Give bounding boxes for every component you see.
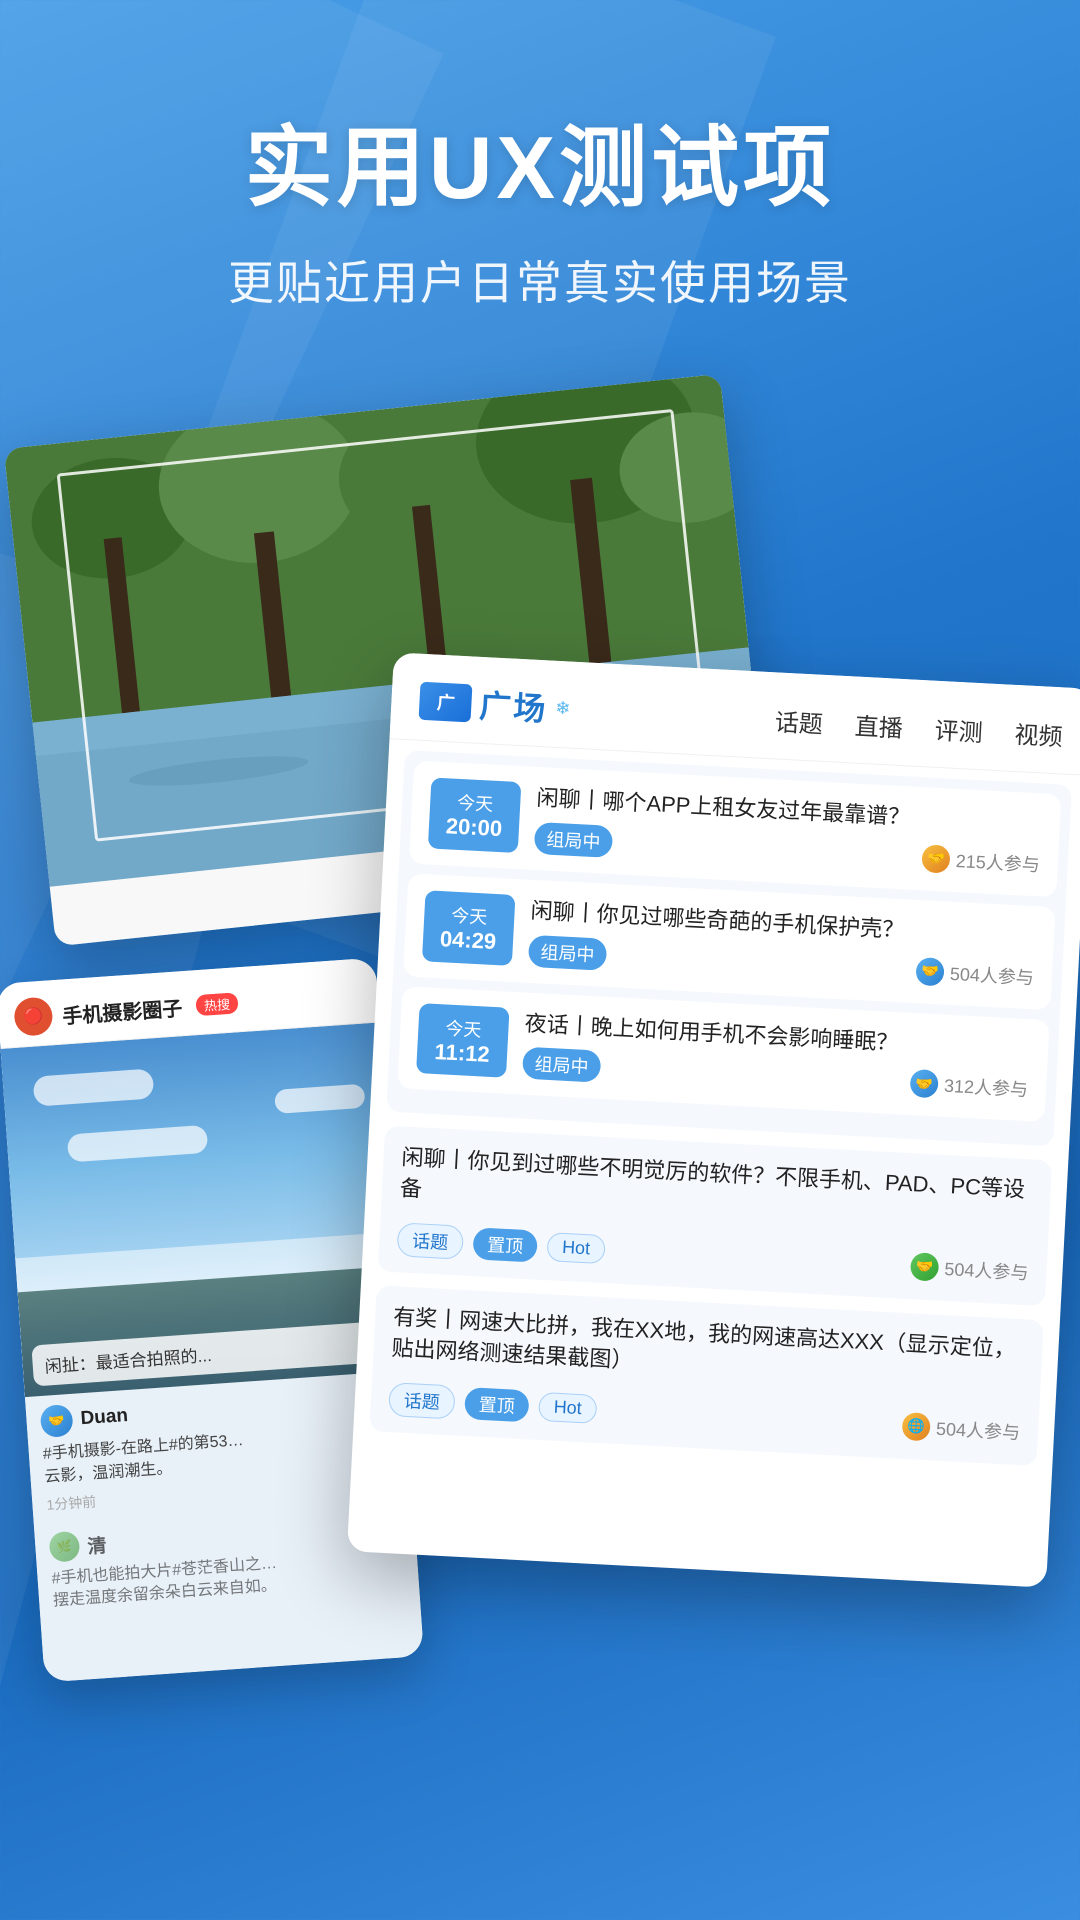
mobile-poster-name-2: 清 [86, 1530, 107, 1558]
header-section: 实用UX测试项 更贴近用户日常真实使用场景 [0, 0, 1080, 313]
chat-item-3[interactable]: 今天 11:12 夜话丨晚上如何用手机不会影响睡眠？ 组局中 🤝 312人参与 [397, 986, 1049, 1123]
mobile-clouds [12, 1043, 386, 1277]
participant-icon-wide-2: 🌐 [901, 1412, 930, 1441]
mobile-badge: 热搜 [195, 992, 238, 1016]
nav-tab-review[interactable]: 评测 [934, 710, 984, 747]
tags-row-1: 话题 置顶 Hot [396, 1222, 606, 1267]
wide-chat-title-2: 有奖丨网速大比拼，我在XX地，我的网速高达XXX（显示定位，贴出网络测速结果截图… [391, 1302, 1025, 1397]
tag-hot-2[interactable]: Hot [538, 1392, 597, 1424]
nav-tab-video[interactable]: 视频 [1014, 714, 1064, 751]
sub-title: 更贴近用户日常真实使用场景 [0, 247, 1080, 313]
participant-icon-1: 🤝 [921, 844, 950, 873]
tag-topic-1[interactable]: 话题 [396, 1222, 464, 1259]
mobile-group-name: 手机摄影圈子 [61, 992, 183, 1029]
mobile-avatar: 🔴 [13, 996, 54, 1037]
timed-chat-group: 今天 20:00 闲聊丨哪个APP上租女友过年最靠谱？ 组局中 🤝 215人参与 [386, 750, 1072, 1147]
tag-zuji-1: 组局中 [534, 822, 614, 858]
chat-content-1: 闲聊丨哪个APP上租女友过年最靠谱？ 组局中 🤝 215人参与 [534, 783, 1043, 880]
participant-icon-2: 🤝 [915, 957, 944, 986]
mobile-msg-text: 闲扯：最适合拍照的... [44, 1346, 212, 1377]
participant-count-2: 504人参与 [949, 959, 1034, 989]
participants-wide-1: 🤝 504人参与 [910, 1252, 1029, 1286]
main-title: 实用UX测试项 [0, 120, 1080, 217]
time-value-2: 04:29 [439, 927, 496, 954]
participant-count-3: 312人参与 [943, 1072, 1028, 1102]
chat-item-2[interactable]: 今天 04:29 闲聊丨你见过哪些奇葩的手机保护壳？ 组局中 🤝 504人参与 [403, 873, 1055, 1010]
nav-tab-live[interactable]: 直播 [854, 706, 904, 743]
wide-chat-item-2[interactable]: 有奖丨网速大比拼，我在XX地，我的网速高达XXX（显示定位，贴出网络测速结果截图… [369, 1285, 1044, 1465]
logo-text: 广场 [478, 681, 548, 730]
nav-tabs: 话题 直播 评测 视频 [774, 702, 1063, 752]
time-box-3: 今天 11:12 [416, 1003, 510, 1078]
nav-tab-topics[interactable]: 话题 [774, 702, 824, 739]
cloud-1 [33, 1068, 155, 1106]
logo-star: ❄ [555, 697, 571, 719]
time-box-2: 今天 04:29 [422, 890, 516, 965]
cloud-2 [274, 1084, 365, 1114]
cards-container: 广 广场 ❄ 话题 直播 评测 视频 今天 20:00 [0, 370, 1080, 1920]
participants-wide-2: 🌐 504人参与 [901, 1412, 1020, 1446]
tags-row-2: 话题 置顶 Hot [388, 1382, 598, 1427]
app-logo: 广 广场 ❄ [418, 678, 571, 732]
time-value-3: 11:12 [434, 1040, 490, 1067]
tag-topic-2[interactable]: 话题 [388, 1382, 456, 1419]
wide-chat-item-1[interactable]: 闲聊丨你见到过哪些不明觉厉的软件？不限手机、PAD、PC等设备 话题 置顶 Ho… [378, 1126, 1053, 1306]
tag-zuji-2: 组局中 [528, 934, 608, 970]
tag-hot-1[interactable]: Hot [546, 1233, 605, 1265]
tag-pin-1[interactable]: 置顶 [472, 1227, 538, 1262]
tag-pin-2[interactable]: 置顶 [464, 1387, 530, 1422]
wide-chat-title-1: 闲聊丨你见到过哪些不明觉厉的软件？不限手机、PAD、PC等设备 [399, 1143, 1033, 1238]
mobile-img-area: 闲扯：最适合拍照的... [1, 1022, 404, 1397]
participant-icon-3: 🤝 [909, 1069, 938, 1098]
chat-item-1[interactable]: 今天 20:00 闲聊丨哪个APP上租女友过年最靠谱？ 组局中 🤝 215人参与 [409, 761, 1061, 898]
chat-content-3: 夜话丨晚上如何用手机不会影响睡眠？ 组局中 🤝 312人参与 [522, 1008, 1031, 1105]
chat-content-2: 闲聊丨你见过哪些奇葩的手机保护壳？ 组局中 🤝 504人参与 [528, 896, 1037, 993]
mobile-poster-avatar-1: 🤝 [40, 1404, 74, 1438]
participants-3: 🤝 312人参与 [909, 1069, 1028, 1103]
participants-2: 🤝 504人参与 [915, 957, 1034, 991]
participants-1: 🤝 215人参与 [921, 844, 1040, 878]
time-day-2: 今天 [451, 902, 488, 930]
logo-icon: 广 [419, 682, 473, 723]
time-value-1: 20:00 [445, 815, 502, 842]
mobile-poster-name-1: Duan [80, 1405, 129, 1430]
cloud-3 [67, 1125, 209, 1163]
participant-count-1: 215人参与 [955, 847, 1040, 877]
chat-list: 今天 20:00 闲聊丨哪个APP上租女友过年最靠谱？ 组局中 🤝 215人参与 [352, 739, 1080, 1490]
participant-icon-wide-1: 🤝 [910, 1252, 939, 1281]
app-card: 广 广场 ❄ 话题 直播 评测 视频 今天 20:00 [347, 652, 1080, 1587]
participant-count-wide-1: 504人参与 [944, 1255, 1029, 1285]
time-box-1: 今天 20:00 [428, 777, 522, 852]
tag-zuji-3: 组局中 [522, 1047, 602, 1083]
time-day-1: 今天 [457, 789, 494, 817]
mobile-poster-avatar-2: 🌿 [48, 1531, 80, 1563]
participant-count-wide-2: 504人参与 [935, 1414, 1020, 1444]
time-day-3: 今天 [445, 1014, 482, 1042]
